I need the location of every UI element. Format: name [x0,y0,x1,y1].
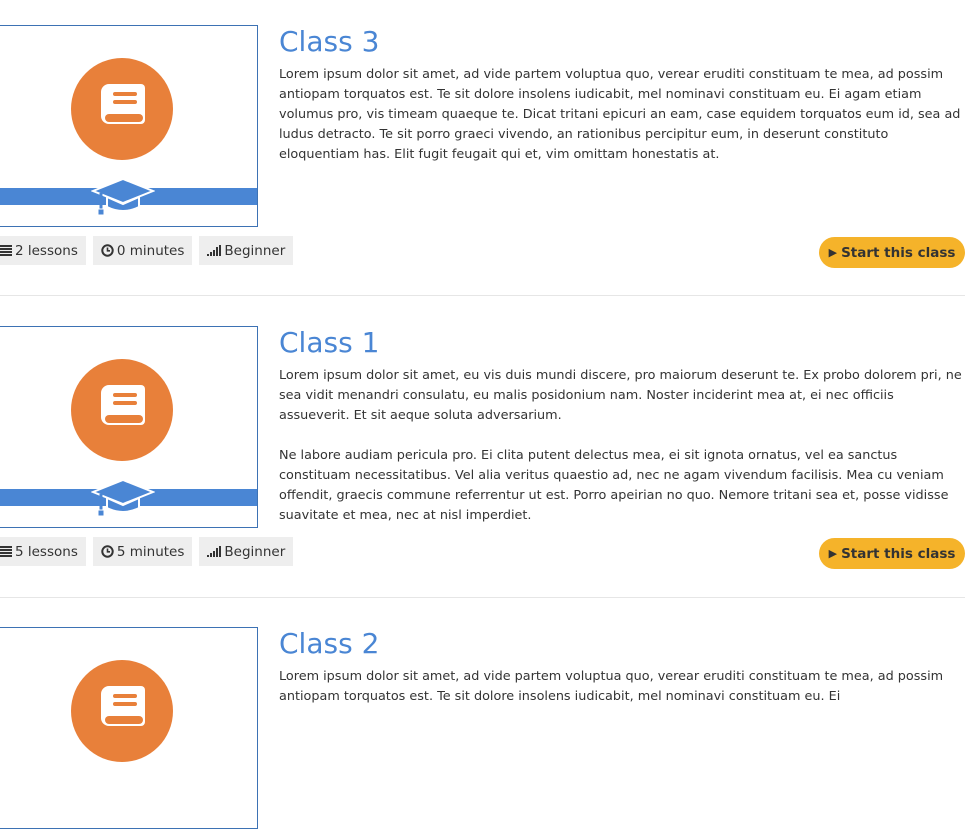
divider [0,597,965,598]
list-icon [0,546,12,557]
class-thumbnail[interactable] [0,25,258,227]
book-icon [101,686,145,726]
graduation-cap-icon [91,478,155,517]
class-thumbnail[interactable] [0,627,258,829]
thumbnail-circle [71,359,173,461]
level-value: Beginner [224,543,286,560]
description-paragraph: Lorem ipsum dolor sit amet, eu vis duis … [279,368,962,423]
signal-bars-icon [207,546,222,557]
play-icon: ▶ [828,547,838,560]
lessons-count: 2 lessons [15,242,78,259]
class-description: Lorem ipsum dolor sit amet, ad vide part… [279,65,963,165]
book-icon [101,385,145,425]
duration-badge: 0 minutes [92,236,193,265]
class-meta: 5 lessons 5 minutes Beginner [0,537,294,566]
description-paragraph: Lorem ipsum dolor sit amet, ad vide part… [279,669,944,704]
lessons-badge: 2 lessons [0,236,86,265]
class-thumbnail[interactable] [0,326,258,528]
divider [0,295,965,296]
lessons-count: 5 lessons [15,543,78,560]
class-description: Lorem ipsum dolor sit amet, eu vis duis … [279,366,963,526]
thumbnail-circle [71,58,173,160]
graduation-cap-icon [91,177,155,216]
class-description: Lorem ipsum dolor sit amet, ad vide part… [279,667,963,707]
lessons-badge: 5 lessons [0,537,86,566]
start-class-label: Start this class [841,244,956,261]
book-icon [101,84,145,124]
duration-badge: 5 minutes [92,537,193,566]
description-paragraph: Ne labore audiam pericula pro. Ei clita … [279,448,949,523]
level-badge: Beginner [199,236,294,265]
start-class-button[interactable]: ▶ Start this class [819,237,965,268]
level-value: Beginner [224,242,286,259]
start-class-label: Start this class [841,545,956,562]
clock-icon [101,244,114,257]
class-title[interactable]: Class 1 [279,326,379,359]
duration-value: 5 minutes [116,543,185,560]
list-icon [0,245,12,256]
start-class-button[interactable]: ▶ Start this class [819,538,965,569]
class-meta: 2 lessons 0 minutes Beginner [0,236,294,265]
level-badge: Beginner [199,537,294,566]
description-paragraph: Lorem ipsum dolor sit amet, ad vide part… [279,67,961,162]
class-title[interactable]: Class 3 [279,25,379,58]
signal-bars-icon [207,245,222,256]
thumbnail-circle [71,660,173,762]
duration-value: 0 minutes [116,242,185,259]
class-title[interactable]: Class 2 [279,627,379,660]
clock-icon [101,545,114,558]
play-icon: ▶ [828,246,838,259]
